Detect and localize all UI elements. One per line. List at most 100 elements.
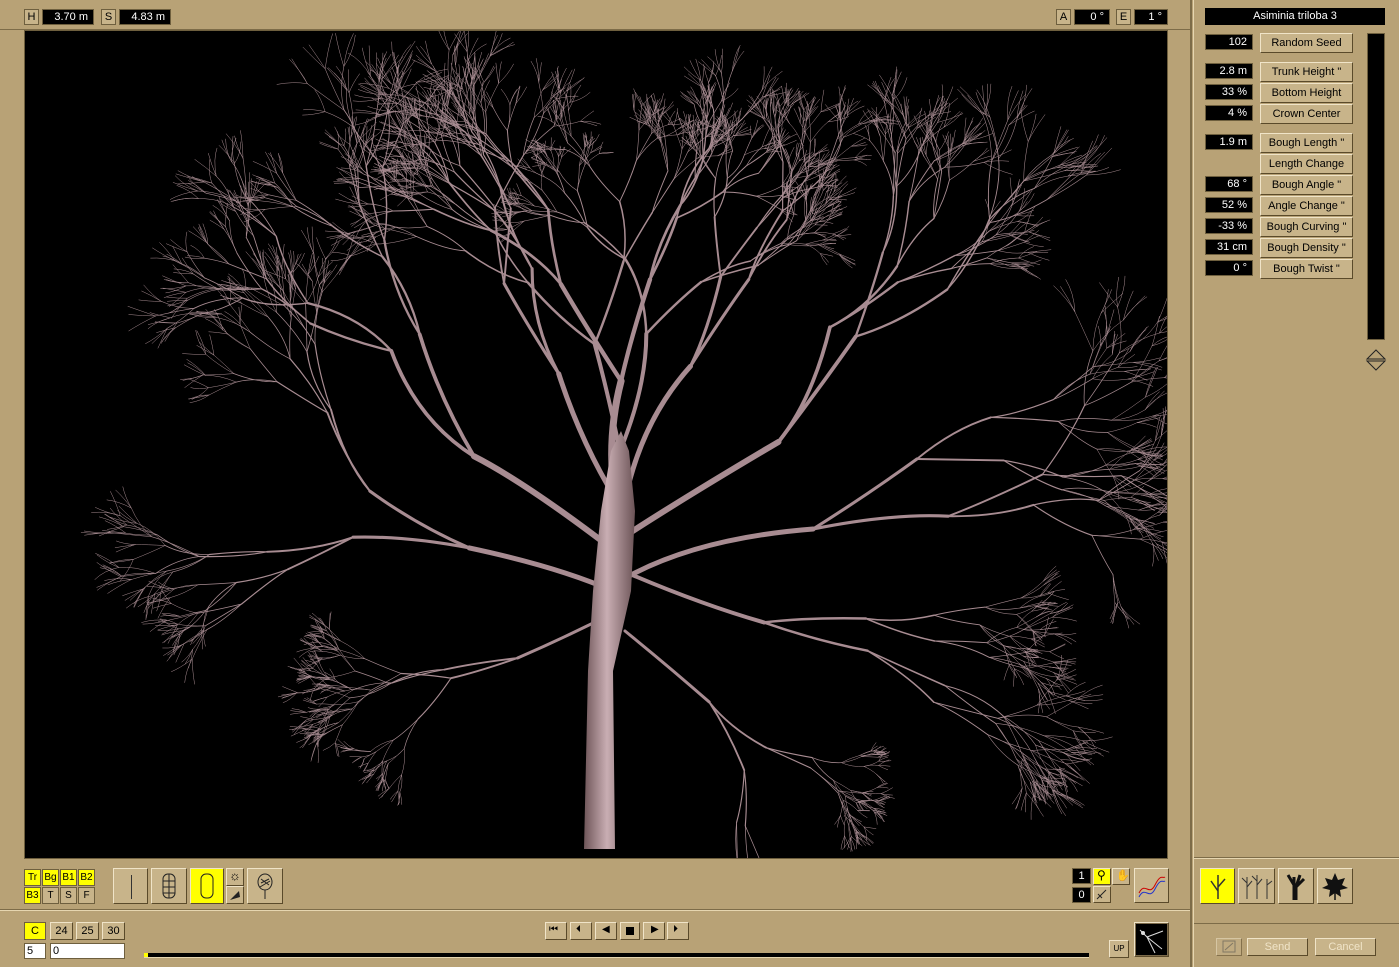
crown-center-value[interactable]: 4 %	[1205, 105, 1253, 121]
tree-branch	[147, 317, 171, 329]
3d-viewport[interactable]	[24, 30, 1168, 859]
angle-change-value[interactable]: 52 %	[1205, 197, 1253, 213]
trunk-height-value[interactable]: 2.8 m	[1205, 63, 1253, 79]
tree-branch	[1039, 583, 1052, 597]
timeline-track[interactable]	[144, 953, 1089, 958]
azimuth-value[interactable]: 0 °	[1074, 9, 1110, 25]
texture-render-button[interactable]	[247, 868, 283, 904]
frame-position-field[interactable]: 0	[50, 943, 125, 959]
level-b1[interactable]: B1	[60, 869, 77, 886]
next-frame-button[interactable]: ⏵	[667, 922, 689, 940]
tree-branch	[542, 74, 554, 91]
step-back-icon: ⏴	[576, 924, 581, 935]
first-frame-button[interactable]: ⏮	[545, 922, 567, 940]
checkbox-option[interactable]	[1216, 938, 1242, 956]
branches-mode-button[interactable]	[1238, 868, 1275, 904]
spread-value[interactable]: 4.83 m	[119, 9, 171, 25]
tree-branch	[162, 275, 187, 287]
level-trunk[interactable]: Tr	[24, 869, 41, 886]
update-button[interactable]: UP	[1109, 940, 1129, 958]
bough-density-value[interactable]: 31 cm	[1205, 239, 1253, 255]
tree-branch	[242, 157, 247, 197]
tree-branch	[874, 801, 884, 808]
tree-branch	[621, 569, 766, 625]
tree-branch	[398, 50, 413, 77]
timeline-marker[interactable]	[144, 953, 148, 957]
bough-twist-button[interactable]: Bough Twist "	[1260, 259, 1353, 279]
play-button[interactable]: ▶	[643, 922, 665, 940]
tree-branch	[1027, 113, 1037, 142]
elevation-value[interactable]: 1 °	[1134, 9, 1168, 25]
camera-button[interactable]	[1134, 922, 1169, 957]
trunk-height-button[interactable]: Trunk Height "	[1260, 62, 1353, 82]
angle-change-button[interactable]: Angle Change "	[1260, 196, 1353, 216]
genetics-button[interactable]	[1134, 868, 1169, 903]
level-b2[interactable]: B2	[78, 869, 95, 886]
frame-count-field[interactable]: 5	[24, 943, 46, 959]
tree-mode-button[interactable]	[1200, 868, 1235, 904]
stop-button[interactable]	[620, 922, 640, 940]
bottom-height-value[interactable]: 33 %	[1205, 84, 1253, 100]
bough-curving-value[interactable]: -33 %	[1205, 218, 1253, 234]
frame-25-button[interactable]: 25	[76, 922, 99, 940]
tree-branch	[668, 123, 684, 125]
length-change-button[interactable]: Length Change	[1260, 154, 1353, 174]
tree-branch	[394, 109, 403, 130]
tree-branch	[651, 178, 675, 214]
leaf-toggle-button[interactable]	[226, 886, 244, 904]
bottom-height-button[interactable]: Bottom Height	[1260, 83, 1353, 103]
leaves-mode-button[interactable]	[1317, 868, 1353, 904]
bough-angle-value[interactable]: 68 °	[1205, 176, 1253, 192]
bough-curving-button[interactable]: Bough Curving "	[1260, 217, 1353, 237]
crown-center-button[interactable]: Crown Center	[1260, 104, 1353, 124]
pan-button[interactable]: ✋	[1112, 868, 1130, 885]
bough-length-value[interactable]: 1.9 m	[1205, 134, 1253, 150]
line-render-button[interactable]	[113, 868, 148, 904]
frame-24-button[interactable]: 24	[50, 922, 73, 940]
slider-adjust-icon[interactable]	[1365, 348, 1387, 372]
tree-branch	[408, 199, 428, 227]
bough-density-button[interactable]: Bough Density "	[1260, 238, 1353, 258]
tree-branch	[673, 148, 683, 180]
species-name[interactable]: Asiminia triloba 3	[1205, 8, 1385, 25]
light-button[interactable]: ☼	[226, 868, 244, 886]
level-s[interactable]: S	[60, 887, 77, 904]
bark-mode-button[interactable]	[1278, 868, 1314, 904]
tree-branch	[840, 815, 845, 826]
send-button[interactable]: Send	[1247, 938, 1308, 956]
tree-branch	[624, 363, 693, 494]
tree-branch	[623, 629, 711, 704]
zoom-button[interactable]: ⚲	[1093, 868, 1111, 885]
bough-twist-value[interactable]: 0 °	[1205, 260, 1253, 276]
current-frame-button[interactable]: C	[24, 922, 46, 940]
level-t[interactable]: T	[42, 887, 59, 904]
wire-render-button[interactable]	[151, 868, 187, 904]
tree-branch	[872, 81, 891, 105]
play-reverse-button[interactable]: ◀	[595, 922, 617, 940]
random-seed-value[interactable]: 102	[1205, 34, 1253, 50]
tree-branch	[756, 195, 782, 197]
bough-angle-button[interactable]: Bough Angle "	[1260, 175, 1353, 195]
level-b3[interactable]: B3	[24, 887, 41, 904]
stop-icon	[626, 927, 634, 935]
tree-branch	[561, 101, 565, 119]
tree-branch	[882, 160, 894, 197]
preview-slider-track[interactable]	[1367, 33, 1385, 340]
tree-branch	[589, 166, 621, 203]
measure-button[interactable]	[1093, 886, 1111, 903]
tree-branch	[886, 124, 896, 154]
frame-30-button[interactable]: 30	[102, 922, 125, 940]
prev-frame-button[interactable]: ⏴	[570, 922, 592, 940]
solid-render-button[interactable]	[190, 868, 224, 904]
tree-branch	[1032, 498, 1100, 506]
level-bough[interactable]: Bg	[42, 869, 59, 886]
height-value[interactable]: 3.70 m	[42, 9, 94, 25]
tree-branch	[188, 230, 207, 243]
tree-branch	[987, 734, 1019, 766]
cancel-button[interactable]: Cancel	[1315, 938, 1376, 956]
level-f[interactable]: F	[78, 887, 95, 904]
bough-length-button[interactable]: Bough Length "	[1260, 133, 1353, 153]
tree-branch	[483, 65, 495, 83]
random-seed-button[interactable]: Random Seed	[1260, 33, 1353, 53]
tree-branch	[933, 606, 986, 616]
